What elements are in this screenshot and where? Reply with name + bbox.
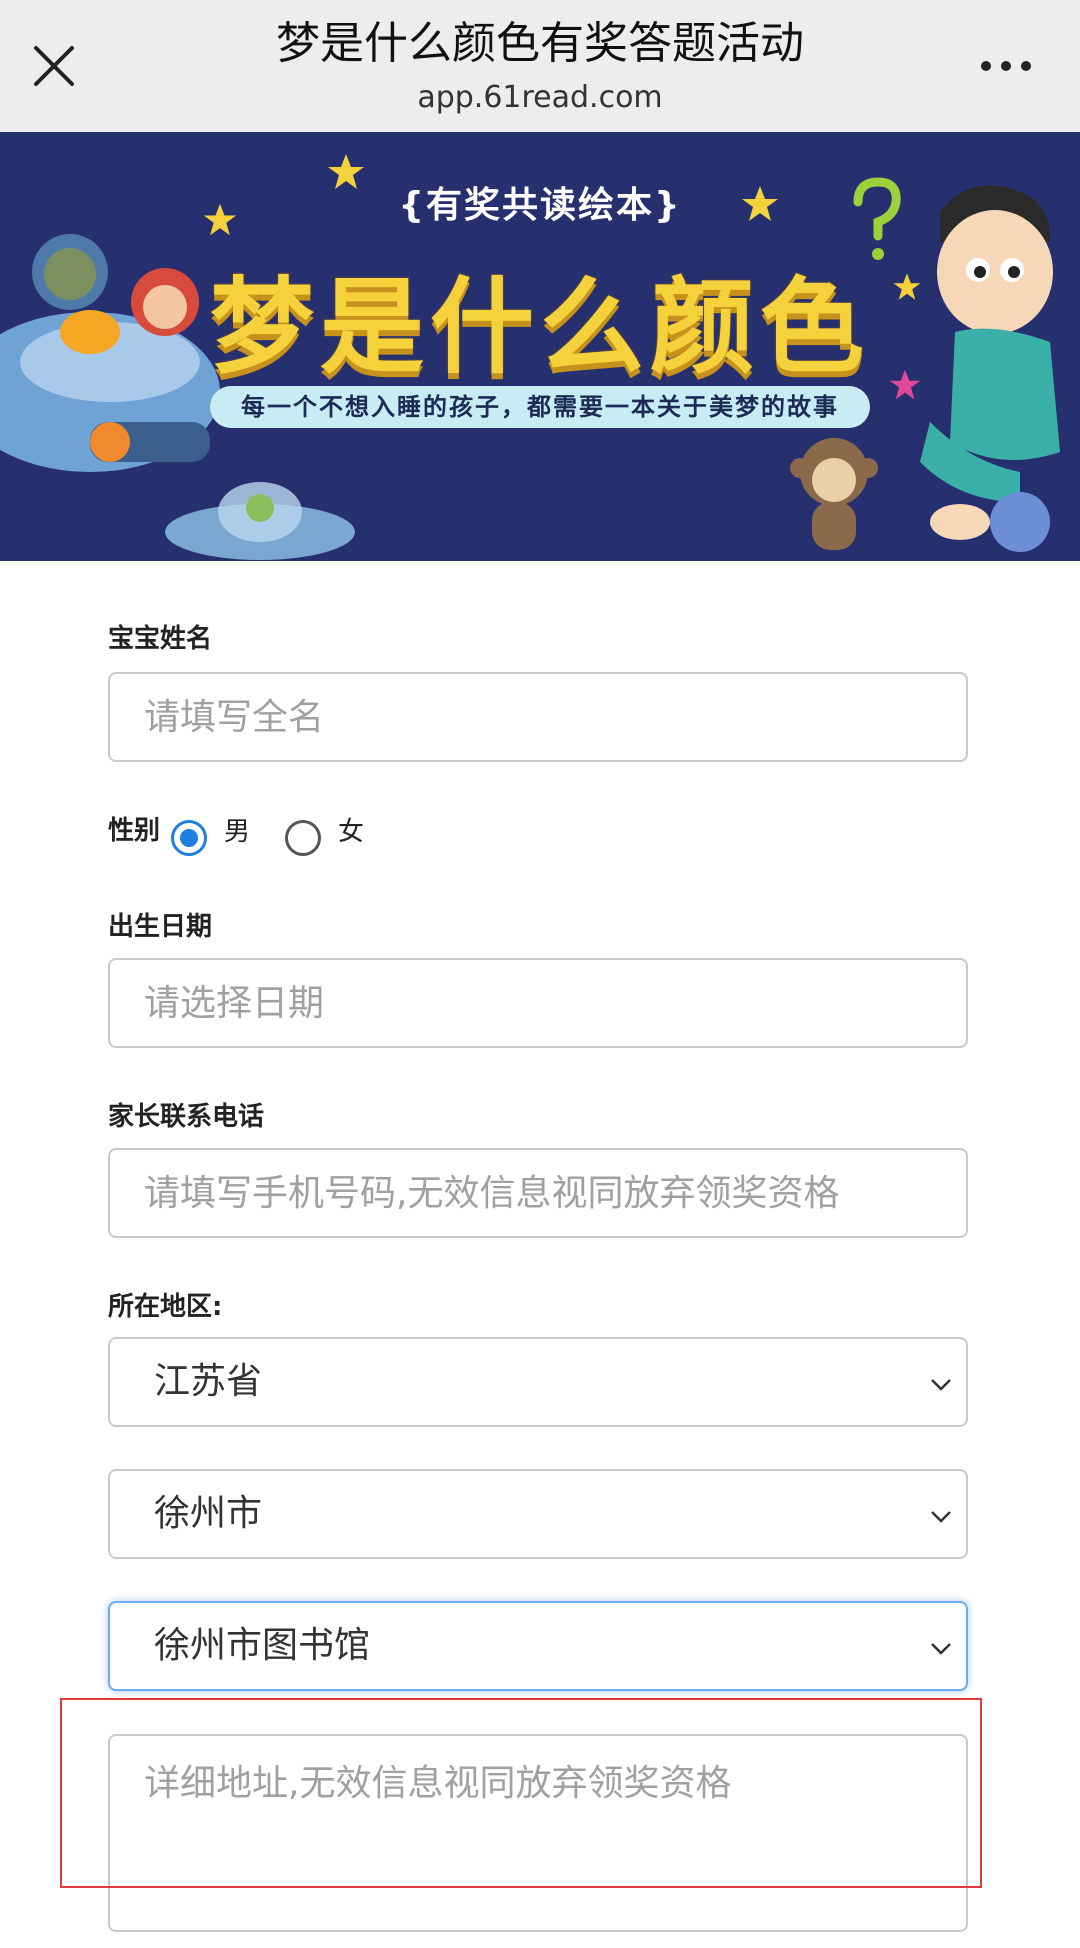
birth-date-input[interactable] xyxy=(110,960,966,1046)
name-input[interactable] xyxy=(110,674,966,760)
gender-label: 性别 xyxy=(108,816,161,846)
gender-female-label: 女 xyxy=(338,817,365,847)
chevron-down-icon xyxy=(931,1643,951,1655)
city-value: 徐州市 xyxy=(154,1493,263,1534)
library-select[interactable]: 徐州市图书馆 xyxy=(108,1601,968,1691)
region-label: 所在地区: xyxy=(108,1292,223,1322)
phone-label: 家长联系电话 xyxy=(108,1102,265,1132)
more-icon[interactable] xyxy=(976,44,1036,88)
name-field[interactable] xyxy=(108,672,968,762)
monkey-illustration xyxy=(790,438,878,550)
gender-male-radio[interactable] xyxy=(171,820,207,856)
name-label: 宝宝姓名 xyxy=(108,624,213,654)
city-select[interactable]: 徐州市 xyxy=(108,1469,968,1559)
gender-male-label: 男 xyxy=(224,817,251,847)
ufo-illustration xyxy=(165,482,355,560)
province-select[interactable]: 江苏省 xyxy=(108,1337,968,1427)
phone-input[interactable] xyxy=(110,1150,966,1236)
library-value: 徐州市图书馆 xyxy=(154,1625,371,1666)
highlight-box xyxy=(60,1698,982,1888)
birth-date-field[interactable] xyxy=(108,958,968,1048)
banner-slogan: 每一个不想入睡的孩子，都需要一本关于美梦的故事 xyxy=(210,386,870,428)
banner-title: 梦是什么颜色 xyxy=(209,266,870,388)
province-value: 江苏省 xyxy=(154,1361,263,1402)
activity-banner: {有奖共读绘本} 梦是什么颜色 每一个不想入睡的孩子，都需要一本关于美梦的故事 xyxy=(0,132,1080,561)
gender-female-radio[interactable] xyxy=(285,820,321,856)
top-bar: 梦是什么颜色有奖答题活动 app.61read.com xyxy=(0,0,1080,132)
page-title: 梦是什么颜色有奖答题活动 xyxy=(276,18,804,69)
radio-dot xyxy=(180,829,198,847)
phone-field[interactable] xyxy=(108,1148,968,1238)
page-url: app.61read.com xyxy=(417,80,663,115)
chevron-down-icon xyxy=(931,1379,951,1391)
chevron-down-icon xyxy=(931,1511,951,1523)
banner-tag: {有奖共读绘本} xyxy=(398,185,682,226)
birth-date-label: 出生日期 xyxy=(108,912,213,942)
